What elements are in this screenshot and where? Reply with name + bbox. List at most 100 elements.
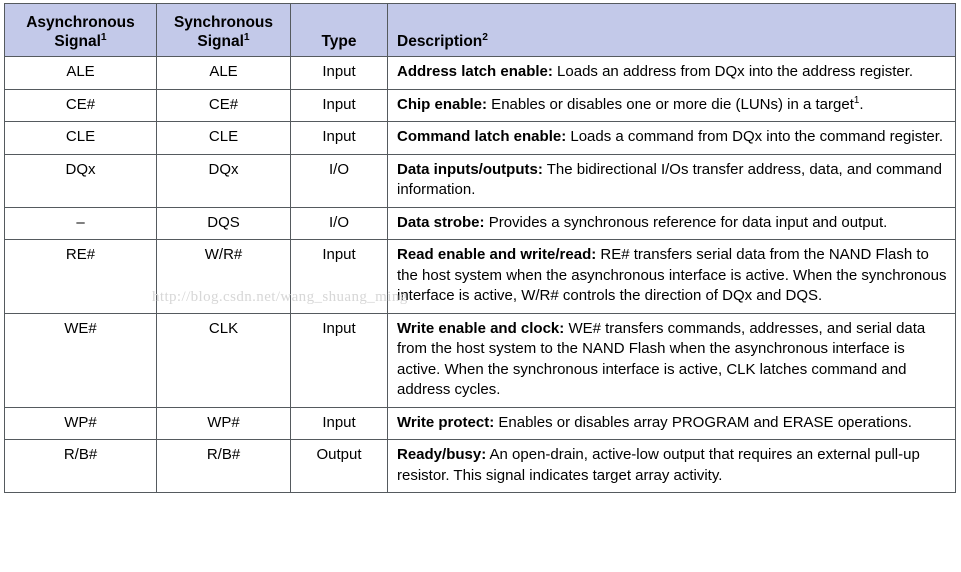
- cell-type: Input: [290, 406, 388, 440]
- description-lead-term: Data strobe:: [397, 213, 485, 231]
- cell-async-value: CLE: [65, 128, 96, 145]
- table-row: – DQS I/O Data strobe: Provides a synchrono…: [4, 206, 956, 240]
- description-body: Provides a synchronous reference for dat…: [484, 213, 888, 231]
- cell-async-value: R/B#: [63, 446, 98, 463]
- description-lead-term: Write protect:: [397, 413, 495, 431]
- table-header: Asynchronous Signal1 Synchronous Signal1: [4, 3, 956, 57]
- cell-type: Input: [290, 239, 388, 314]
- cell-sync-value: CE#: [208, 95, 239, 113]
- cell-description-text: Address latch enable: Loads an address f…: [388, 57, 955, 89]
- column-header-sync-line1: Synchronous: [173, 14, 274, 31]
- cell-type-value: Output: [316, 446, 362, 463]
- cell-async-value: RE#: [65, 246, 96, 263]
- cell-sync: WP#: [156, 406, 291, 440]
- column-header-async-line2: Signal1: [54, 31, 107, 50]
- cell-async: RE#: [4, 239, 157, 314]
- cell-async: R/B#: [4, 439, 157, 493]
- cell-type-value: Input: [322, 413, 356, 431]
- description-lead-term: Ready/busy:: [397, 446, 487, 463]
- cell-sync: CLK: [156, 312, 291, 408]
- table-row: RE# W/R# Input Read enable and write/read: …: [4, 239, 956, 314]
- cell-description: Command latch enable: Loads a command fr…: [387, 121, 956, 155]
- cell-async-value: –: [76, 213, 85, 231]
- description-lead-term: Read enable and write/read:: [397, 246, 597, 263]
- superscript-marker: 1: [100, 31, 107, 43]
- table-row: CE# CE# Input Chip enable: Enables or disab…: [4, 88, 956, 122]
- cell-async: –: [4, 206, 157, 240]
- table-row: WE# CLK Input Write enable and clock: WE# t…: [4, 312, 956, 408]
- cell-description-text: Write enable and clock: WE# transfers co…: [388, 314, 955, 407]
- cell-async-value: DQx: [65, 160, 96, 178]
- cell-sync: DQx: [156, 153, 291, 208]
- cell-description-text: Data strobe: Provides a synchronous refe…: [388, 208, 955, 240]
- column-header-async-line1: Asynchronous: [26, 14, 135, 31]
- cell-description: Ready/busy: An open-drain, active-low ou…: [387, 439, 956, 493]
- cell-async-value: CE#: [65, 95, 96, 113]
- cell-type: Input: [290, 121, 388, 155]
- cell-description-text: Chip enable: Enables or disables one or …: [388, 90, 955, 122]
- table-row: R/B# R/B# Output Ready/busy: An open-drain,…: [4, 439, 956, 493]
- cell-sync: ALE: [156, 56, 291, 90]
- signal-description-table: Asynchronous Signal1 Synchronous Signal1: [4, 3, 956, 493]
- cell-async: DQx: [4, 153, 157, 208]
- description-body: Loads a command from DQx into the comman…: [566, 128, 944, 145]
- cell-type-value: I/O: [328, 160, 349, 178]
- cell-async-value: WE#: [64, 319, 97, 337]
- description-lead-term: Chip enable:: [397, 95, 488, 113]
- description-lead-term: Write enable and clock:: [397, 319, 565, 337]
- column-header-asynchronous-signal: Asynchronous Signal1: [4, 3, 157, 57]
- cell-description-text: Read enable and write/read: RE# transfer…: [388, 240, 955, 313]
- cell-sync-value: DQS: [207, 213, 240, 231]
- cell-type-value: Input: [322, 95, 356, 113]
- cell-description: Read enable and write/read: RE# transfer…: [387, 239, 956, 314]
- cell-type-value: Input: [322, 319, 356, 337]
- cell-sync: CLE: [156, 121, 291, 155]
- cell-sync: W/R#: [156, 239, 291, 314]
- column-header-description: Description2: [387, 3, 956, 57]
- cell-sync-value: CLE: [208, 128, 239, 145]
- column-header-synchronous-signal: Synchronous Signal1: [156, 3, 291, 57]
- cell-description: Chip enable: Enables or disables one or …: [387, 88, 956, 122]
- cell-sync: CE#: [156, 88, 291, 122]
- cell-type-value: Input: [322, 63, 356, 80]
- cell-description: Address latch enable: Loads an address f…: [387, 56, 956, 90]
- cell-type-value: Input: [322, 128, 356, 145]
- cell-async-value: WP#: [64, 413, 97, 431]
- description-body: Enables or disables one or more die (LUN…: [487, 95, 854, 113]
- cell-sync: R/B#: [156, 439, 291, 493]
- cell-description-text: Command latch enable: Loads a command fr…: [388, 122, 955, 154]
- cell-type: Input: [290, 312, 388, 408]
- column-header-description-label: Description2: [397, 31, 488, 50]
- cell-type: Input: [290, 56, 388, 90]
- cell-async: WP#: [4, 406, 157, 440]
- description-lead-term: Command latch enable:: [397, 128, 567, 145]
- cell-sync-value: WP#: [207, 413, 240, 431]
- cell-async-value: ALE: [66, 63, 95, 80]
- cell-sync-value: W/R#: [204, 246, 243, 263]
- cell-async: CE#: [4, 88, 157, 122]
- cell-sync: DQS: [156, 206, 291, 240]
- cell-description: Data inputs/outputs: The bidirectional I…: [387, 153, 956, 208]
- column-header-type: Type: [290, 3, 388, 57]
- cell-description: Write enable and clock: WE# transfers co…: [387, 312, 956, 408]
- table-row: WP# WP# Input Write protect: Enables or dis…: [4, 406, 956, 440]
- description-lead-term: Address latch enable:: [397, 63, 553, 80]
- cell-type: I/O: [290, 153, 388, 208]
- column-header-type-label: Type: [321, 33, 357, 50]
- table-header-row: Asynchronous Signal1 Synchronous Signal1: [4, 3, 956, 57]
- description-body: Enables or disables array PROGRAM and ER…: [494, 413, 912, 431]
- description-body: Loads an address from DQx into the addre…: [552, 63, 914, 80]
- cell-async: ALE: [4, 56, 157, 90]
- signal-table-container: Asynchronous Signal1 Synchronous Signal1: [4, 3, 956, 569]
- cell-sync-value: ALE: [209, 63, 238, 80]
- cell-sync-value: DQx: [208, 160, 239, 178]
- cell-description: Write protect: Enables or disables array…: [387, 406, 956, 440]
- cell-type: Input: [290, 88, 388, 122]
- cell-async: CLE: [4, 121, 157, 155]
- cell-type-value: I/O: [328, 213, 349, 231]
- cell-sync-value: R/B#: [206, 446, 241, 463]
- cell-type: I/O: [290, 206, 388, 240]
- cell-description-text: Ready/busy: An open-drain, active-low ou…: [388, 440, 955, 492]
- description-lead-term: Data inputs/outputs:: [397, 160, 543, 178]
- table-row: ALE ALE Input Address latch enable: Loads a…: [4, 56, 956, 90]
